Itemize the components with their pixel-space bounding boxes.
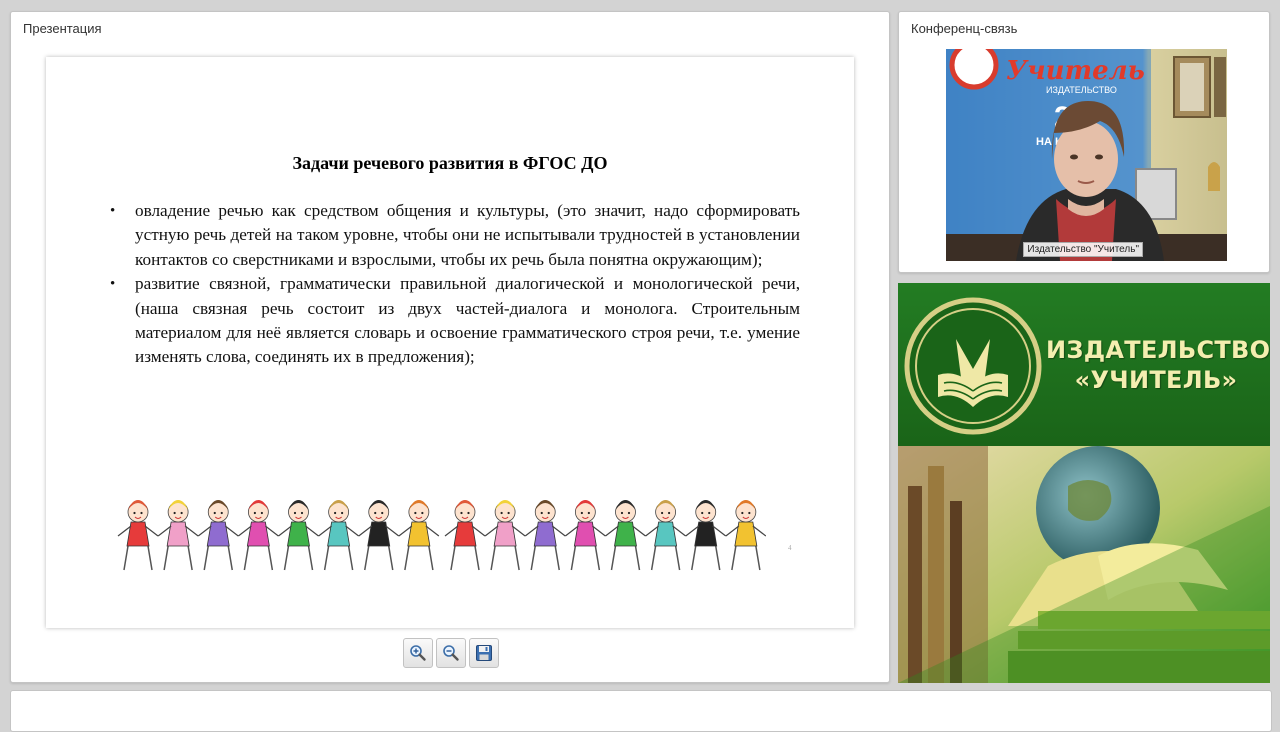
slide-bullet-list: овладение речью как средством общения и … — [110, 199, 800, 370]
child-figure — [238, 500, 279, 571]
child-figure — [398, 500, 440, 571]
child-figure — [605, 500, 646, 571]
slide-bullet: развитие связной, грамматически правильн… — [110, 272, 800, 370]
participant-name-label: Издательство "Учитель" — [1023, 242, 1143, 257]
publisher-name: ИЗДАТЕЛЬСТВО «УЧИТЕЛЬ» — [1046, 335, 1270, 395]
publisher-name-line1: ИЗДАТЕЛЬСТВО — [1046, 336, 1270, 364]
child-figure — [564, 500, 606, 571]
publisher-banner: ИЗДАТЕЛЬСТВО «УЧИТЕЛЬ» — [898, 283, 1270, 683]
publisher-logo-icon — [904, 297, 1042, 435]
child-figure — [117, 500, 159, 571]
bottom-toolbar — [10, 690, 1272, 732]
child-figure — [444, 500, 486, 571]
child-figure — [358, 500, 400, 571]
slide-title: Задачи речевого развития в ФГОС ДО — [292, 153, 608, 173]
child-figure — [157, 500, 199, 571]
child-figure — [685, 500, 727, 571]
child-figure — [725, 500, 766, 571]
zoom-out-icon — [443, 645, 459, 661]
slide: Задачи речевого развития в ФГОС ДО овлад… — [46, 57, 854, 628]
conference-panel: Конференц-связь Учитель ИЗДАТЕЛЬСТВО 25 … — [898, 11, 1270, 273]
zoom-out-button[interactable] — [436, 638, 466, 668]
child-figure — [524, 500, 566, 571]
slide-bullet: овладение речью как средством общения и … — [110, 199, 800, 272]
zoom-in-button[interactable] — [403, 638, 433, 668]
video-frame: Учитель ИЗДАТЕЛЬСТВО 25 НА КНИЖ — [946, 49, 1227, 261]
banner-header: ИЗДАТЕЛЬСТВО «УЧИТЕЛЬ» — [898, 283, 1270, 446]
presentation-panel-title: Презентация — [23, 21, 102, 36]
backdrop-sign-text: Учитель — [1006, 56, 1145, 86]
child-figure — [278, 500, 319, 571]
conference-panel-title: Конференц-связь — [911, 21, 1018, 36]
save-button[interactable] — [469, 638, 499, 668]
children-holding-hands-illustration — [117, 500, 766, 571]
child-figure — [197, 500, 239, 571]
video-feed[interactable]: Учитель ИЗДАТЕЛЬСТВО 25 НА КНИЖ Издатель… — [946, 49, 1227, 261]
child-figure — [645, 500, 686, 571]
floppy-disk-icon — [476, 645, 492, 661]
presentation-panel: Презентация Задачи речевого развития в Ф… — [10, 11, 890, 683]
slide-page-number: 4 — [788, 544, 792, 552]
publisher-name-line2: «УЧИТЕЛЬ» — [1074, 366, 1238, 394]
zoom-in-icon — [410, 645, 426, 661]
backdrop-sub-text: ИЗДАТЕЛЬСТВО — [1046, 85, 1117, 95]
books-and-globe-image — [898, 446, 1270, 683]
child-figure — [318, 500, 359, 571]
child-figure — [484, 500, 526, 571]
